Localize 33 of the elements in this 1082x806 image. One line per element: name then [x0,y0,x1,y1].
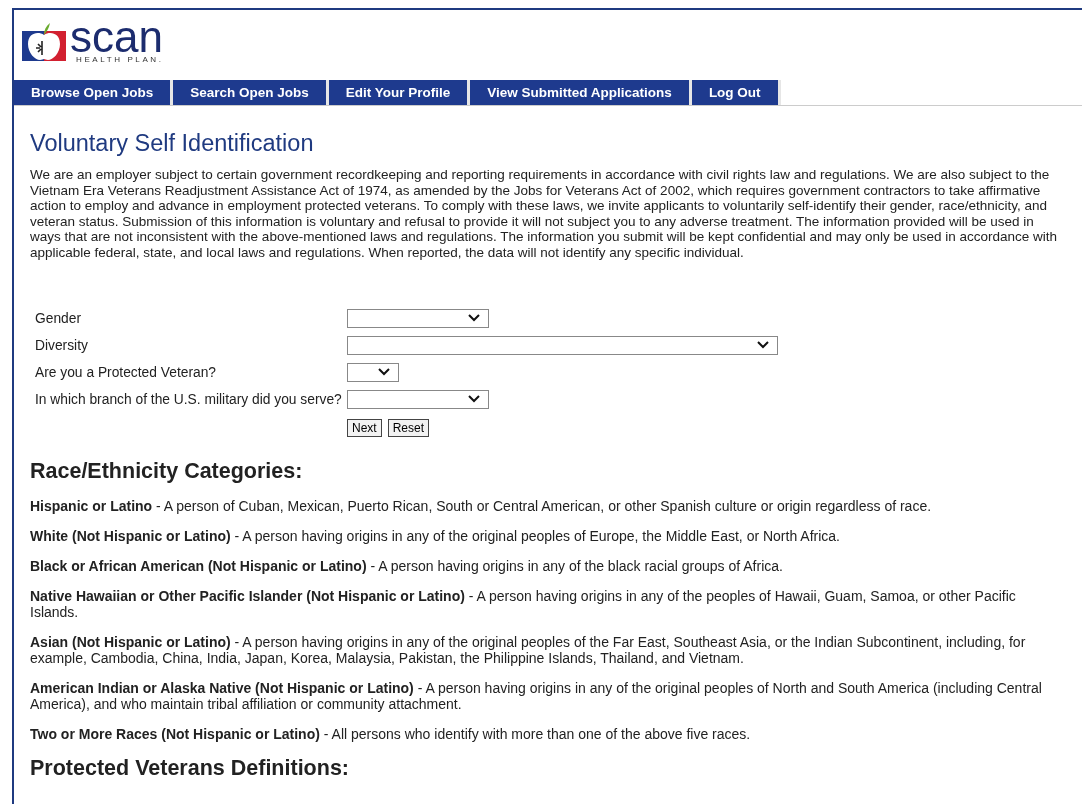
chevron-down-icon [468,314,480,323]
definition-text: Hispanic or Latino - A person of Cuban, Mexican, Puerto Rican, South or Central American, or other Spanish culture or origin regardless of race. [30,497,933,514]
chevron-down-icon [757,341,769,350]
definition-text: White (Not Hispanic or Latino) - A person having origins in any of the original peoples of Europe, the Middle East, or North Africa. [30,527,841,544]
reset-button[interactable]: Reset [387,418,430,437]
logo-icon [22,21,66,61]
field-label: Gender [35,310,83,326]
select-field[interactable] [347,308,489,328]
field-label: In which branch of the U.S. military did you serve? [35,391,343,407]
next-button[interactable]: Next [347,418,382,437]
definition-text: Asian (Not Hispanic or Latino) - A person having origins in any of the original peoples of the Far East, Southeast Asia, or the Indian Subcontinent, including, for example, Cambodia, China, India, Japan, Korea, Malaysia, Pakistan, the Philippine Islands, Thailand, and Vietnam. [30,633,1027,666]
nav-tab[interactable]: Edit Your Profile [328,80,471,105]
select-field[interactable] [347,389,489,409]
logo-tagline: HEALTH PLAN. [76,54,164,64]
nav-tab[interactable]: Browse Open Jobs [14,80,174,105]
page-title: Voluntary Self Identification [30,130,315,157]
chevron-down-icon [468,395,480,404]
chevron-down-icon [378,368,390,377]
definition-text: Black or African American (Not Hispanic or Latino) - A person having origins in any of the black racial groups of Africa. [30,557,784,574]
nav-tab[interactable]: Search Open Jobs [173,80,329,105]
section-heading: Race/Ethnicity Categories: [30,458,304,484]
nav-tab[interactable]: View Submitted Applications [470,80,692,105]
logo-wordmark: scan [70,18,164,55]
select-field[interactable] [347,362,399,382]
definition-text: Two or More Races (Not Hispanic or Latino) - All persons who identify with more than one of the above five races. [30,725,752,742]
section-heading: Protected Veterans Definitions: [30,755,350,781]
field-label: Diversity [35,337,89,353]
definition-text: American Indian or Alaska Native (Not Hispanic or Latino) - A person having origins in any of the original peoples of North and South America (including Central America), and who maintain tribal affiliation or community attachment. [30,679,1043,712]
select-field[interactable] [347,335,778,355]
intro-paragraph: We are an employer subject to certain government recordkeeping and reporting requirements in accordance with civil rights law and regulations. We are also subject to the Vietnam Era Veterans Readjustment Assistance Act of 1974, as amended by the Jobs for Veterans Act of 2002, which requires government contractors to take affirmative action to employ and advance in employment protected veterans. To comply with these laws, we invite applicants to voluntarily self-identify their gender, race/ethnicity, and veteran status. Submission of this information is voluntary and refusal to provide it will not subject you to any adverse treatment. The information provided will be used in ways that are not inconsistent with the above-mentioned laws and regulations. The information you submit will be kept confidential and may only be used in accordance with applicable federal, state, and local laws and regulations. When reported, the data will not identify any specific individual. [30,167,1059,261]
definition-text: Native Hawaiian or Other Pacific Islander (Not Hispanic or Latino) - A person having origins in any of the peoples of Hawaii, Guam, Samoa, or other Pacific Islands. [30,587,1017,620]
nav-tab[interactable]: Log Out [691,80,781,105]
field-label: Are you a Protected Veteran? [35,364,217,380]
